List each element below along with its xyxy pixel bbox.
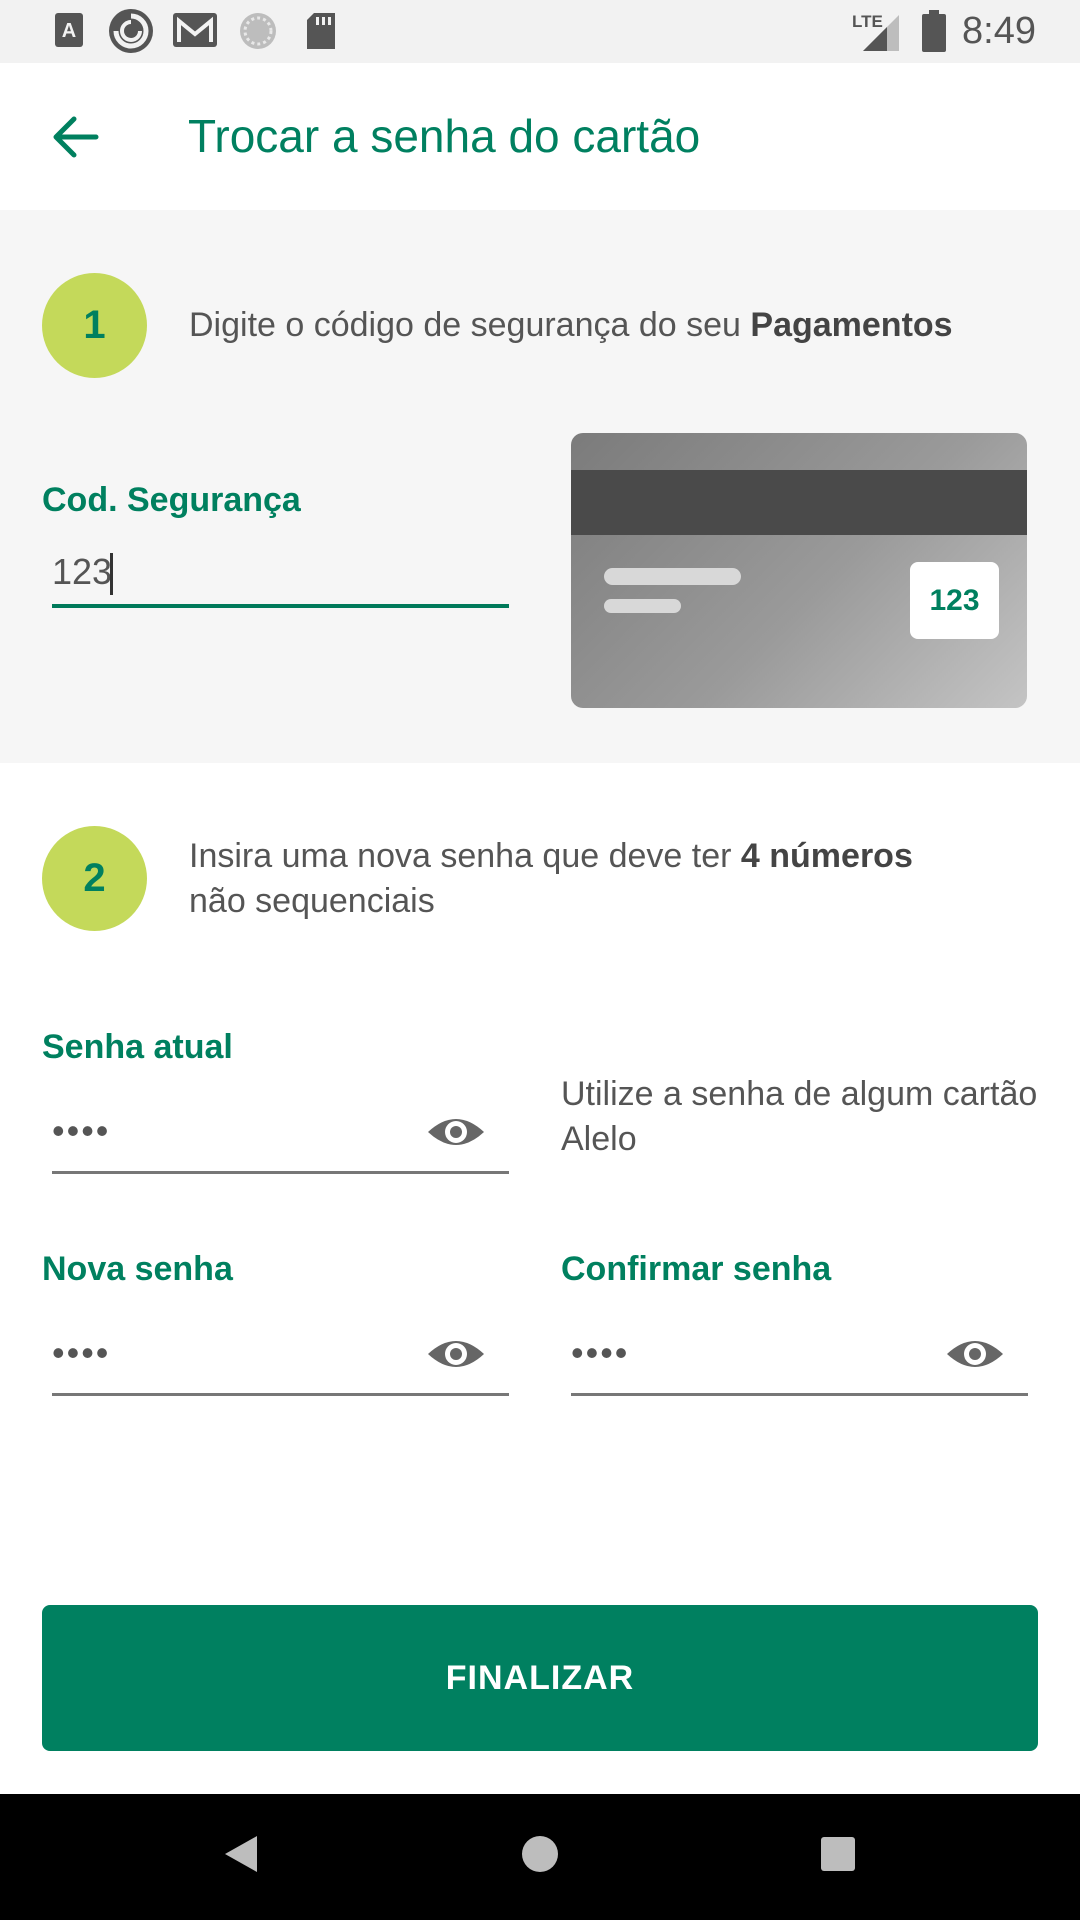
battery-icon [922,10,946,52]
step-1-instructions: Digite o código de segurança do seu Paga… [189,303,1039,348]
step-1-text: Digite o código de segurança do seu [189,306,751,344]
status-bar: A LTE 8:49 [0,0,1080,63]
step-2-text: Insira uma nova senha que deve ter [189,837,741,875]
nav-recents-icon[interactable] [820,1836,856,1872]
current-password-hint: Utilize a senha de algum cartão Alelo [561,1075,1038,1158]
app-bar: Trocar a senha do cartão [0,63,1080,210]
step-2-instructions: Insira uma nova senha que deve ter 4 núm… [189,834,1039,924]
finalize-button[interactable]: FINALIZAR [42,1605,1038,1751]
sync-app-icon [109,9,153,53]
new-password-underline [52,1393,509,1396]
card-signature-line [604,568,741,585]
new-password-input[interactable] [42,1323,412,1383]
current-password-underline [52,1171,509,1174]
nav-back-icon[interactable] [223,1834,259,1874]
card-cvv-box: 123 [910,562,999,639]
text-cursor [110,553,113,595]
current-password-label: Senha atual [42,1028,233,1066]
step-1-text-bold: Pagamentos [750,306,953,344]
card-signature-line [604,599,681,613]
system-nav-bar [0,1794,1080,1920]
gmail-icon [173,13,217,47]
arrow-back-icon[interactable] [46,109,102,165]
security-code-underline [52,604,509,608]
step-2-text-end: não sequenciais [189,882,435,920]
step-1-badge: 1 [42,273,147,378]
card-magnetic-stripe [571,470,1027,535]
confirm-password-input[interactable] [561,1323,931,1383]
new-password-label: Nova senha [42,1250,233,1288]
svg-text:A: A [62,20,76,42]
card-back-illustration: 123 [571,433,1027,708]
step-2-text-bold: 4 números [740,837,913,875]
page-title: Trocar a senha do cartão [188,110,701,162]
confirm-password-underline [571,1393,1028,1396]
sd-card-icon [307,13,335,49]
signal-icon [863,15,899,51]
step-2-badge: 2 [42,826,147,931]
eye-icon[interactable] [426,1334,486,1374]
loading-icon [240,13,276,49]
a-notification-icon: A [55,13,83,47]
eye-icon[interactable] [945,1334,1005,1374]
security-code-label: Cod. Segurança [42,481,301,519]
confirm-password-label: Confirmar senha [561,1250,832,1288]
eye-icon[interactable] [426,1112,486,1152]
current-password-input[interactable] [42,1101,412,1161]
clock: 8:49 [962,10,1036,52]
nav-home-icon[interactable] [520,1834,560,1874]
